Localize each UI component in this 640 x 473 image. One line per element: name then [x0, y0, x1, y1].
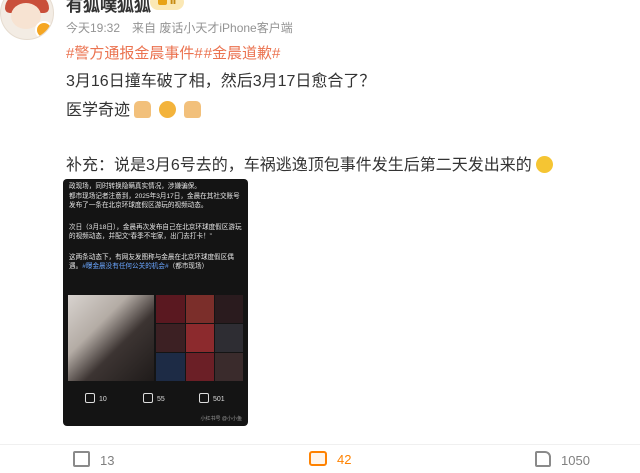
embedded-photo [156, 324, 185, 352]
embedded-comments: 55 [143, 393, 165, 403]
like-button[interactable]: 1050 [535, 451, 590, 468]
hashtag-link[interactable]: #金晨道歉# [204, 45, 281, 62]
embedded-photo [186, 295, 214, 323]
share-button[interactable]: 13 [73, 451, 114, 468]
post-text: 医学奇迹 [66, 102, 131, 119]
embedded-watermark: 小红书号 @小小鱼 [200, 416, 242, 422]
username[interactable]: 有狐噗狐狐 [66, 0, 151, 16]
comment-button[interactable]: 42 [309, 451, 351, 467]
embedded-photo [68, 295, 154, 381]
like-count: 1050 [561, 453, 590, 468]
embedded-photo [215, 353, 243, 381]
embedded-photo [186, 324, 214, 352]
avatar[interactable] [0, 0, 54, 40]
post-time: 今天19:32 [66, 21, 121, 35]
embedded-hashtag: #曝金晨没有任何公关的机会# [82, 263, 169, 270]
embedded-share-count: 10 [99, 396, 107, 403]
embedded-photo [215, 295, 243, 323]
share-count: 13 [100, 453, 115, 468]
post-text-line: 补充：说是3月6号去的，车祸逃逸顶包事件发生后第二天发出来的 [66, 151, 557, 175]
user-level-badge[interactable]: Ⅱ [150, 0, 184, 10]
crown-icon [157, 0, 167, 5]
post-text-line: 3月16日撞车破了相，然后3月17日愈合了？ [66, 73, 376, 90]
post-meta: 今天19:32 来自 废话小天才iPhone客户端 [66, 19, 305, 36]
embedded-action-bar: 10 55 501 [63, 388, 248, 410]
embedded-photo [186, 353, 214, 381]
embedded-photo [156, 353, 185, 381]
like-icon [199, 393, 209, 403]
user-level: Ⅱ [169, 0, 177, 7]
thumbs-up-emoji-icon [184, 101, 202, 118]
embedded-text: 都市现场记者注意到，2025年3月17日，金晨在其社交账号发布了一条在北京环球度… [69, 193, 240, 209]
embedded-photo [215, 324, 243, 352]
embedded-share: 10 [85, 393, 107, 403]
embedded-photo-grid [68, 295, 243, 381]
embedded-text-part: （都市现场） [168, 263, 209, 270]
embedded-photo [156, 295, 185, 323]
post-source: 来自 废话小天才iPhone客户端 [132, 21, 293, 35]
like-icon [535, 451, 551, 467]
embedded-text: 这两条动态下，有网友发图称与金晨在北京环球度假区偶遇。#曝金晨没有任何公关的机会… [69, 253, 242, 271]
embedded-comment-count: 55 [157, 396, 165, 403]
post-action-bar: 13 42 1050 [0, 444, 640, 473]
thumbs-up-emoji-icon [134, 101, 152, 118]
post-text-line: 医学奇迹 [66, 96, 205, 120]
comment-count: 42 [337, 452, 352, 467]
hashtags: #警方通报金晨事件##金晨道歉# [66, 42, 281, 63]
embedded-like-count: 501 [213, 396, 225, 403]
comment-icon [143, 393, 153, 403]
laugh-emoji-icon [535, 156, 553, 173]
embedded-text: 政现场，同时转换隐瞒真实情况，涉嫌骗保。 [69, 183, 201, 190]
embedded-screenshot-image[interactable]: 政现场，同时转换隐瞒真实情况，涉嫌骗保。 都市现场记者注意到，2025年3月17… [63, 179, 248, 426]
comment-icon [309, 451, 327, 466]
dog-emoji-icon [159, 101, 177, 118]
share-icon [85, 393, 95, 403]
post-text: 补充：说是3月6号去的，车祸逃逸顶包事件发生后第二天发出来的 [66, 157, 532, 174]
share-icon [73, 451, 90, 467]
embedded-text: 次日（3月18日），金晨再次发布自己在北京环球度假区游玩的视频动态，并配文“春季… [69, 224, 242, 240]
embedded-likes: 501 [199, 393, 225, 403]
hashtag-link[interactable]: #警方通报金晨事件# [66, 45, 203, 62]
verified-badge-icon [35, 21, 53, 39]
